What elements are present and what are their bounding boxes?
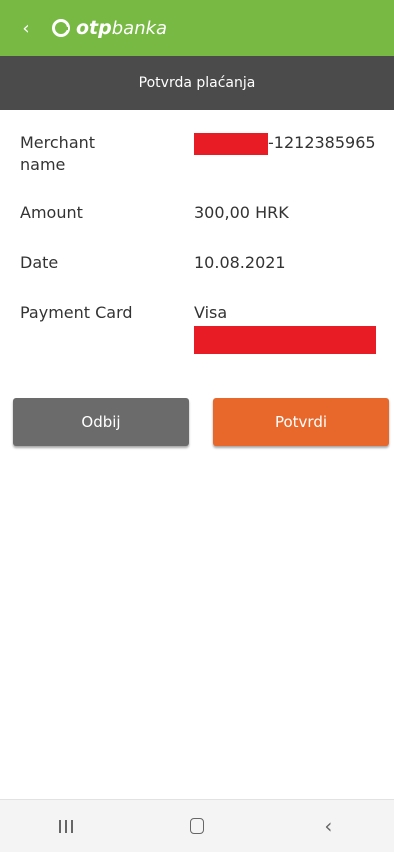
home-button[interactable] xyxy=(167,800,227,852)
card-row: Payment Card Visa xyxy=(0,302,394,356)
card-type: Visa xyxy=(194,303,228,322)
home-icon xyxy=(189,818,204,834)
system-back-button[interactable]: ‹ xyxy=(298,800,358,852)
card-number-redaction xyxy=(194,326,376,354)
page-title: Potvrda plaćanja xyxy=(138,75,256,91)
date-row: Date 10.08.2021 xyxy=(0,252,394,302)
merchant-value: -1212385965 xyxy=(194,132,376,190)
card-label: Payment Card xyxy=(20,303,133,322)
system-navigation-bar: ‹ xyxy=(0,799,394,852)
amount-value: 300,00 HRK xyxy=(194,203,289,222)
back-icon: ‹ xyxy=(324,814,333,838)
action-buttons: Odbij Potvrdi xyxy=(13,398,389,446)
merchant-label: Merchant name xyxy=(20,133,96,174)
amount-row: Amount 300,00 HRK xyxy=(0,202,394,252)
recents-icon xyxy=(58,819,73,833)
logo-text-banka: banka xyxy=(111,17,168,39)
merchant-redaction xyxy=(194,132,268,155)
back-button[interactable]: ‹ xyxy=(6,0,46,56)
confirm-button[interactable]: Potvrdi xyxy=(213,398,389,446)
date-label: Date xyxy=(20,253,59,272)
recents-button[interactable] xyxy=(36,800,96,852)
chevron-left-icon: ‹ xyxy=(22,17,30,39)
merchant-value-suffix: -1212385965 xyxy=(268,133,376,152)
amount-label: Amount xyxy=(20,203,83,222)
payment-details: Merchant name -1212385965 Amount 300,00 … xyxy=(0,132,394,356)
date-value: 10.08.2021 xyxy=(194,253,286,272)
logo-text-otp: otp xyxy=(76,17,112,39)
app-header: ‹ otp banka xyxy=(0,0,394,56)
card-value: Visa xyxy=(194,302,376,356)
decline-button[interactable]: Odbij xyxy=(13,398,189,446)
otp-logo-icon xyxy=(52,19,70,37)
title-bar: Potvrda plaćanja xyxy=(0,56,394,110)
otp-banka-logo: otp banka xyxy=(52,17,167,39)
merchant-row: Merchant name -1212385965 xyxy=(0,132,394,190)
